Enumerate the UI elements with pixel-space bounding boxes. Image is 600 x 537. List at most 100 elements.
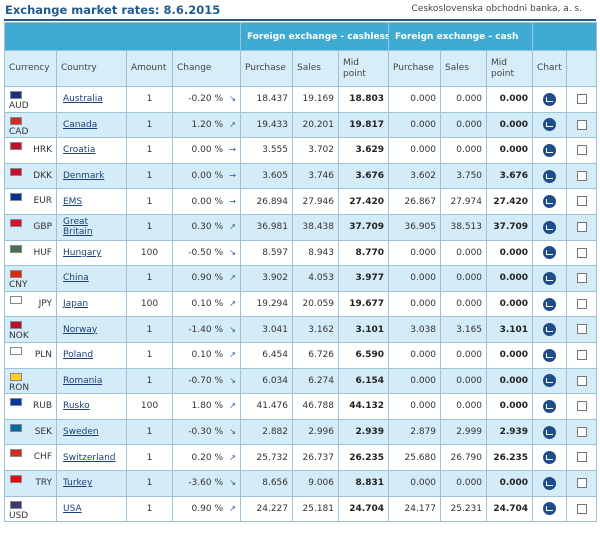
chart-icon[interactable] [543,399,557,413]
currency-cell: USD [4,495,57,523]
romania-flag-icon [10,372,22,381]
row-checkbox[interactable] [576,426,587,437]
select-cell [566,316,598,343]
chart-cell [532,495,568,523]
purchase-cashless-cell: 8.597 [240,239,293,267]
country-link[interactable]: Great Britain [63,217,93,237]
select-cell [566,86,598,113]
chart-icon[interactable] [543,451,557,465]
sweden-flag-icon [10,423,22,432]
mid-cash-cell: 3.676 [486,162,534,190]
row-checkbox[interactable] [576,273,587,284]
purchase-cashless-cell: 2.882 [240,418,293,446]
chart-icon[interactable] [543,195,557,209]
china-flag-icon [10,270,22,279]
sales-cashless-cell: 3.162 [292,316,339,343]
country-cell: Japan [56,290,127,318]
bank-name: Ceskoslovenska obchodni banka, a. s. [411,4,582,14]
row-checkbox[interactable] [576,477,587,488]
table-row: CHF Switzerland 1 0.20 % ↗ 25.732 26.737 … [4,444,598,471]
purchase-cashless-cell: 18.437 [240,86,293,113]
chart-icon[interactable] [543,425,557,439]
row-checkbox[interactable] [576,503,587,514]
purchase-cashless-cell: 6.034 [240,367,293,395]
currency-code: CHF [33,452,52,463]
select-cell [566,188,598,215]
purchase-cashless-cell: 3.605 [240,162,293,190]
chart-icon[interactable] [543,271,557,285]
chart-icon[interactable] [543,143,557,157]
country-link[interactable]: EMS [63,197,82,207]
row-checkbox[interactable] [576,452,587,463]
country-link[interactable]: Switzerland [63,453,116,463]
select-cell [566,265,598,292]
chart-icon[interactable] [543,348,557,362]
row-checkbox[interactable] [576,324,587,335]
row-checkbox[interactable] [576,94,587,105]
currency-cell: NOK [4,316,57,343]
table-row: DKK Denmark 1 0.00 % → 3.605 3.746 3.676 … [4,162,598,190]
trend-up-icon: ↗ [229,119,236,129]
amount-cell: 100 [126,239,173,267]
change-cell: -0.70 % ↘ [172,367,241,395]
table-row: USD USA 1 0.90 % ↗ 24.227 25.181 24.704 2… [4,495,598,523]
change-cell: 0.00 % → [172,162,241,190]
country-link[interactable]: Hungary [63,248,101,258]
amount-cell: 1 [126,137,173,164]
amount-cell: 1 [126,367,173,395]
chart-icon[interactable] [543,220,557,234]
country-link[interactable]: Romania [63,376,102,386]
chart-icon[interactable] [543,118,557,132]
sales-cashless-cell: 19.169 [292,86,339,113]
country-link[interactable]: USA [63,504,82,514]
trend-down-icon: ↘ [229,94,236,104]
amount-cell: 1 [126,316,173,343]
country-link[interactable]: Sweden [63,427,99,437]
row-checkbox[interactable] [576,349,587,360]
row-checkbox[interactable] [576,401,587,412]
currency-cell: CHF [4,444,57,471]
currency-code: SEK [34,426,52,437]
sales-cash-cell: 3.165 [440,316,488,343]
chart-icon[interactable] [543,502,557,516]
country-link[interactable]: Norway [63,325,97,335]
row-checkbox[interactable] [576,247,587,258]
country-link[interactable]: Croatia [63,145,95,155]
country-link[interactable]: Denmark [63,171,104,181]
row-checkbox[interactable] [576,170,587,181]
chart-icon[interactable] [543,297,557,311]
chart-icon[interactable] [543,246,557,260]
country-link[interactable]: China [63,273,89,283]
country-link[interactable]: Canada [63,120,97,130]
row-checkbox[interactable] [576,196,587,207]
row-checkbox[interactable] [576,119,587,130]
row-checkbox[interactable] [576,298,587,309]
trend-up-icon: ↗ [229,222,236,232]
purchase-cash-cell: 3.038 [388,316,442,343]
uk-flag-icon [10,218,22,227]
table-row: TRY Turkey 1 -3.60 % ↘ 8.656 9.006 8.831 … [4,469,598,497]
chart-icon[interactable] [543,476,557,490]
chart-icon[interactable] [543,323,557,337]
trend-down-icon: ↘ [229,324,236,334]
sales-cashless-cell: 3.746 [292,162,339,190]
country-cell: Australia [56,86,127,113]
row-checkbox[interactable] [576,222,587,233]
chart-icon[interactable] [543,92,557,106]
country-link[interactable]: Poland [63,350,93,360]
country-link[interactable]: Turkey [63,478,92,488]
currency-cell: CNY [4,265,57,292]
row-checkbox[interactable] [576,375,587,386]
group-header-blank [4,22,241,51]
mid-cash-cell: 26.235 [486,444,534,471]
chart-cell [532,290,568,318]
country-link[interactable]: Australia [63,94,103,104]
chart-icon[interactable] [543,374,557,388]
chart-icon[interactable] [543,169,557,183]
eu-flag-icon [10,193,22,202]
country-link[interactable]: Japan [63,299,88,309]
row-checkbox[interactable] [576,145,587,156]
mid-cash-cell: 0.000 [486,393,534,420]
country-link[interactable]: Rusko [63,401,90,411]
purchase-cashless-cell: 41.476 [240,393,293,420]
